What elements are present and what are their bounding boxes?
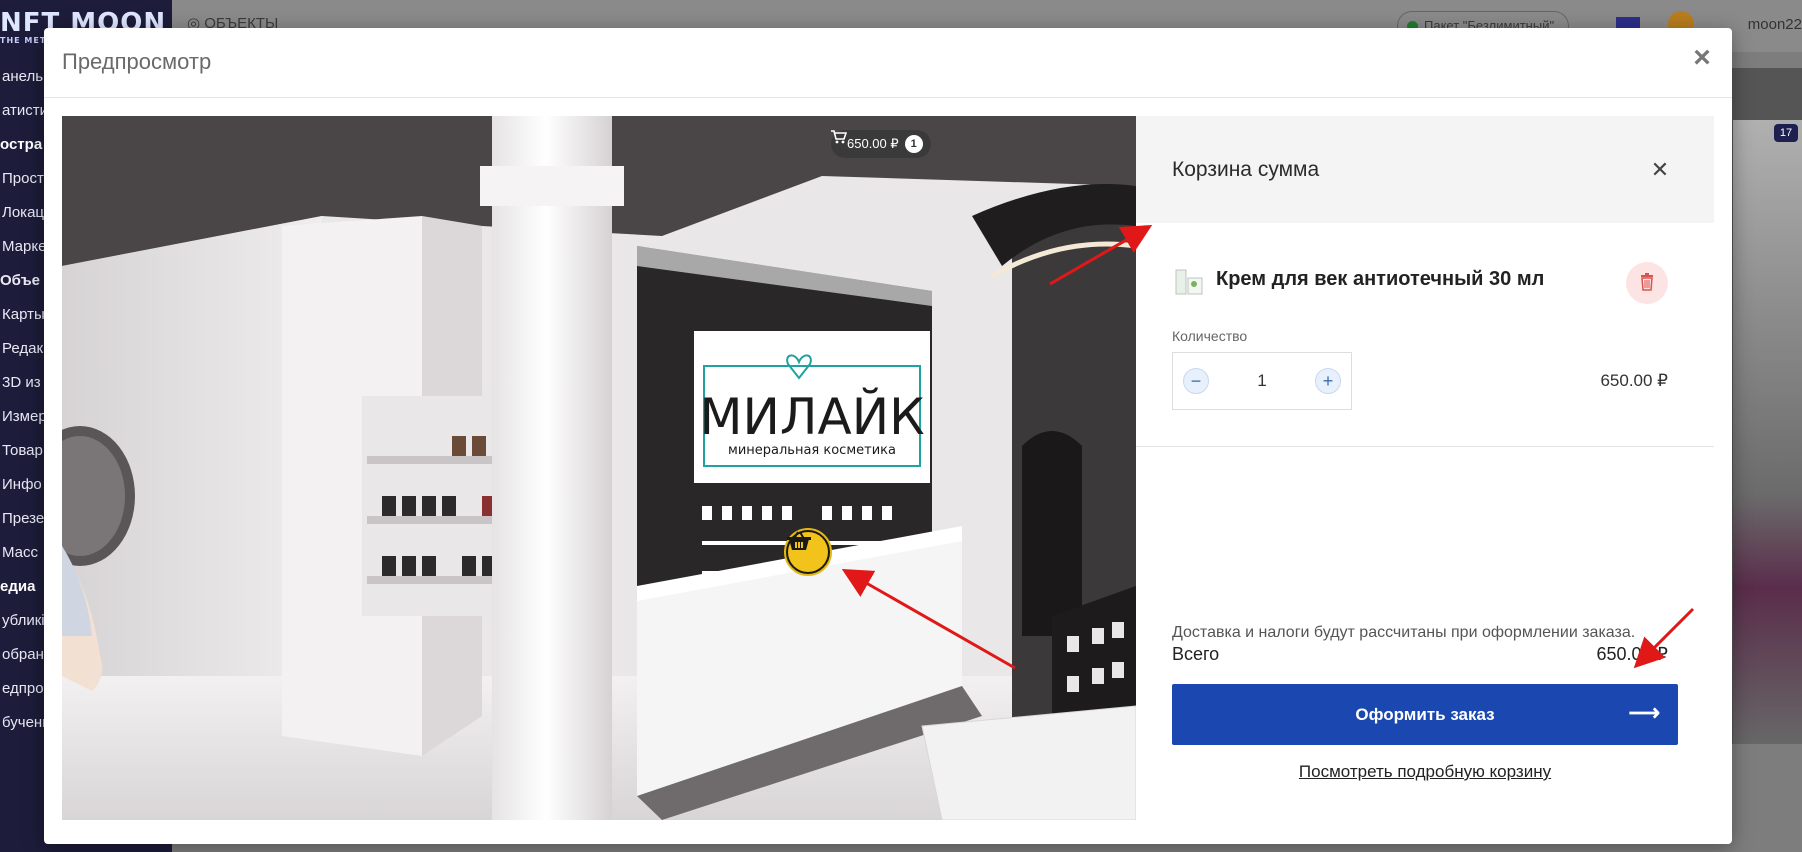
close-icon: × xyxy=(1693,41,1711,74)
username[interactable]: moon22 xyxy=(1748,16,1802,33)
modal-title: Предпросмотр xyxy=(62,49,212,74)
product-thumbnail xyxy=(1172,264,1206,298)
total-label: Всего xyxy=(1172,644,1220,664)
quantity-stepper: − 1 + xyxy=(1172,352,1352,410)
tour-cart-pill[interactable]: 650.00 ₽ 1 xyxy=(831,130,931,158)
trash-icon xyxy=(1640,272,1654,294)
cart-header: Корзина сумма ✕ xyxy=(1136,116,1714,223)
cart-panel: Корзина сумма ✕ Крем для век антиотечный… xyxy=(1136,116,1714,820)
remove-item-button[interactable] xyxy=(1626,262,1668,304)
arrow-right-icon: ⟶ xyxy=(1628,700,1660,725)
modal-body: МИЛАЙК минеральная косметика 650.00 ₽ 1 … xyxy=(62,116,1714,820)
store-interior-scene: МИЛАЙК минеральная косметика xyxy=(62,116,1136,820)
preview-modal: Предпросмотр × МИЛАЙК минеральная космет… xyxy=(44,28,1732,844)
cart-title: Корзина сумма xyxy=(1172,158,1320,181)
plus-icon: + xyxy=(1322,371,1334,391)
object-card-image xyxy=(1733,120,1802,744)
close-icon: ✕ xyxy=(1650,157,1670,182)
cart-close-button[interactable]: ✕ xyxy=(1648,158,1672,182)
item-price: 650.00 ₽ xyxy=(1600,371,1668,390)
product-name: Крем для век антиотечный 30 мл xyxy=(1216,268,1545,290)
store-sign-tagline: минеральная косметика xyxy=(728,443,896,458)
product-hotspot[interactable] xyxy=(784,528,832,576)
decrease-quantity-button[interactable]: − xyxy=(1183,368,1209,394)
minus-icon: − xyxy=(1190,371,1202,391)
modal-header: Предпросмотр × xyxy=(44,28,1732,98)
increase-quantity-button[interactable]: + xyxy=(1315,368,1341,394)
view-full-cart-link[interactable]: Посмотреть подробную корзину xyxy=(1172,762,1678,782)
store-sign-brand: МИЛАЙК xyxy=(699,387,924,446)
object-card-badge: 17 xyxy=(1774,124,1798,142)
quantity-label: Количество xyxy=(1172,328,1248,344)
quantity-value[interactable]: 1 xyxy=(1222,371,1302,391)
shipping-note: Доставка и налоги будут рассчитаны при о… xyxy=(1172,624,1636,641)
modal-close-button[interactable]: × xyxy=(1688,41,1716,74)
virtual-tour-view[interactable]: МИЛАЙК минеральная косметика 650.00 ₽ 1 xyxy=(62,116,1136,820)
cart-pill-amount: 650.00 ₽ xyxy=(847,136,899,151)
checkout-button[interactable]: Оформить заказ ⟶ xyxy=(1172,684,1678,745)
divider xyxy=(1136,446,1714,447)
checkout-button-label: Оформить заказ xyxy=(1355,705,1495,724)
cart-pill-count: 1 xyxy=(904,135,923,153)
total-value: 650.00 ₽ xyxy=(1596,644,1668,664)
